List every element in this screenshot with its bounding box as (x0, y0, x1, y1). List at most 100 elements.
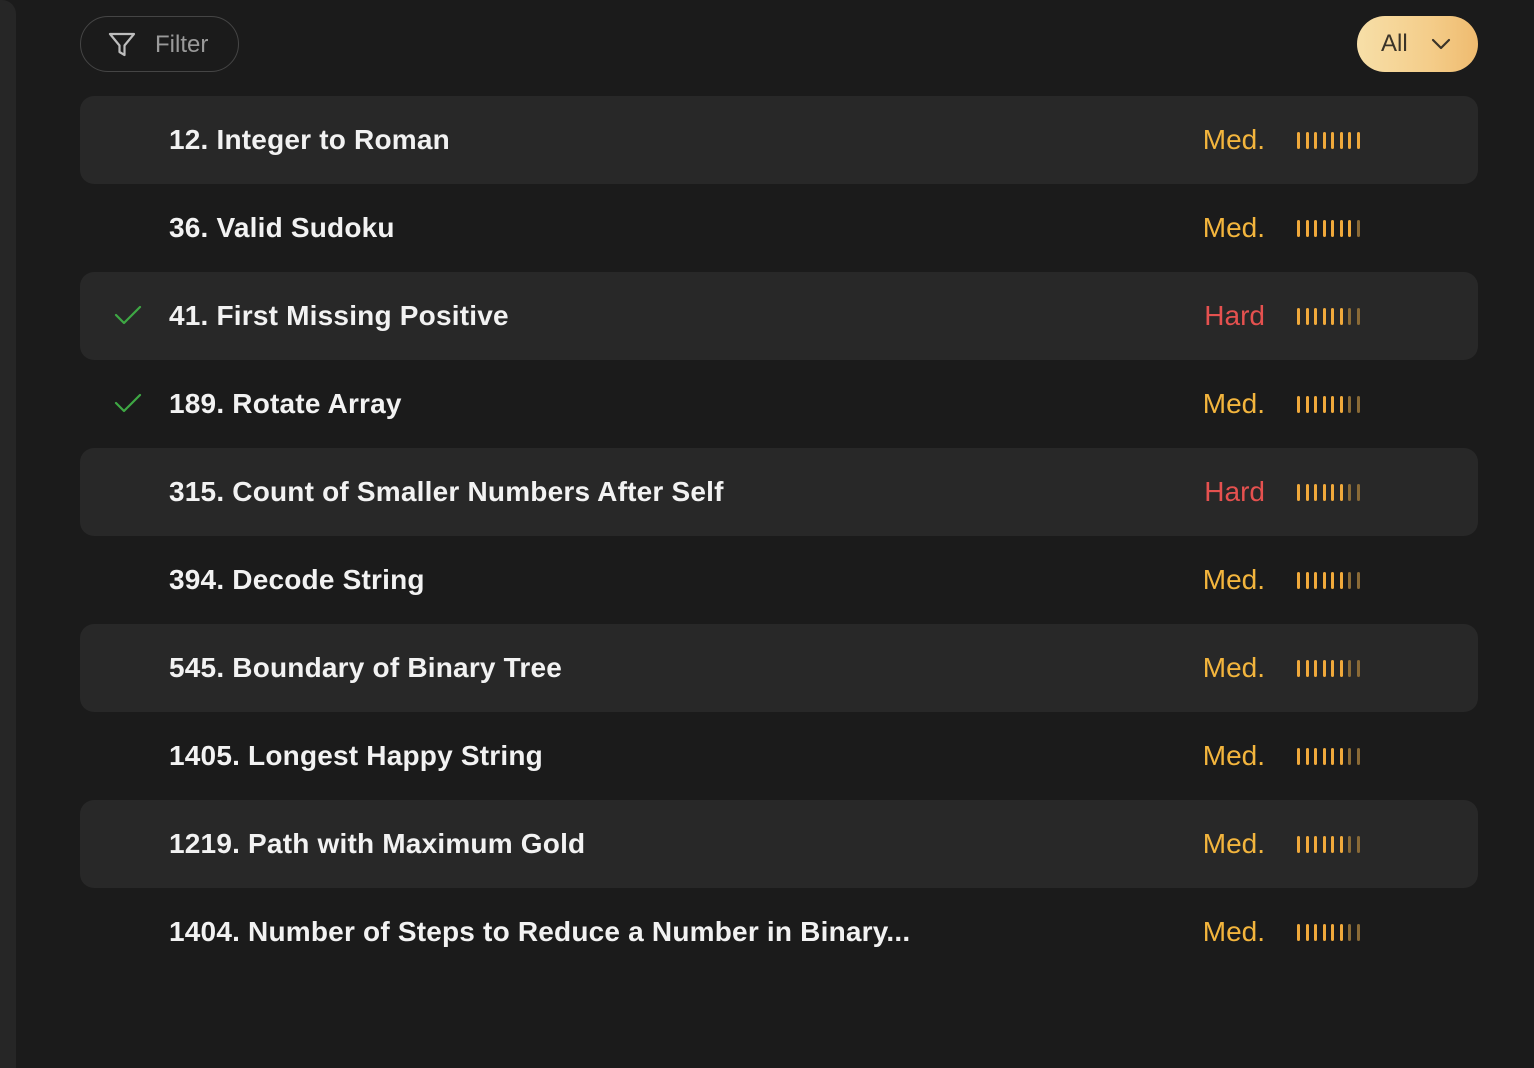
filter-button[interactable]: Filter (80, 16, 239, 72)
frequency-bar (1331, 836, 1334, 853)
problem-title[interactable]: 12. Integer to Roman (169, 124, 450, 156)
frequency-bar (1305, 132, 1309, 149)
frequency-bar (1348, 836, 1351, 853)
problem-title[interactable]: 189. Rotate Array (169, 388, 402, 420)
frequency-bar (1356, 484, 1360, 501)
frequency-bar (1297, 220, 1300, 237)
frequency-bar (1331, 924, 1334, 941)
frequency-bar (1339, 132, 1343, 149)
frequency-bar (1339, 308, 1343, 325)
difficulty-label: Med. (1202, 740, 1265, 771)
frequency-bar (1322, 396, 1326, 413)
problem-row[interactable]: 545. Boundary of Binary Tree Med. (80, 624, 1478, 712)
problem-title[interactable]: 1404. Number of Steps to Reduce a Number… (169, 916, 910, 948)
frequency-bar (1314, 220, 1317, 237)
problem-title[interactable]: 1405. Longest Happy String (169, 740, 543, 772)
frequency-bar (1348, 396, 1351, 413)
frequency-bar (1339, 836, 1343, 853)
frequency-bar (1297, 484, 1300, 501)
difficulty-label: Med. (1202, 564, 1265, 595)
problem-title[interactable]: 41. First Missing Positive (169, 300, 509, 332)
frequency-bar (1297, 748, 1300, 765)
problem-row[interactable]: 189. Rotate Array Med. (80, 360, 1478, 448)
frequency-bars (1297, 308, 1361, 326)
problem-title[interactable]: 36. Valid Sudoku (169, 212, 395, 244)
frequency-bar (1356, 572, 1360, 589)
frequency-bar (1356, 924, 1360, 941)
difficulty-label: Hard (1204, 476, 1265, 507)
frequency-bar (1305, 836, 1309, 853)
frequency-bar (1314, 572, 1317, 589)
frequency-bar (1348, 308, 1351, 325)
list-toolbar: Filter All (80, 16, 1478, 72)
frequency-bar (1305, 308, 1309, 325)
frequency-bars (1297, 748, 1361, 766)
frequency-bar (1322, 748, 1326, 765)
frequency-bar (1322, 572, 1326, 589)
frequency-bar (1331, 308, 1334, 325)
frequency-bars (1297, 572, 1361, 590)
frequency-bar (1297, 836, 1300, 853)
frequency-bar (1322, 660, 1326, 677)
problem-row[interactable]: 1404. Number of Steps to Reduce a Number… (80, 888, 1478, 976)
frequency-bars (1297, 484, 1361, 502)
frequency-bar (1331, 132, 1334, 149)
problem-list: 12. Integer to Roman Med. 36. Valid Sudoku… (80, 96, 1478, 976)
difficulty-label: Med. (1202, 212, 1265, 243)
scope-dropdown[interactable]: All (1357, 16, 1478, 72)
frequency-bar (1297, 396, 1300, 413)
frequency-bar (1322, 132, 1326, 149)
difficulty-label: Med. (1202, 388, 1265, 419)
frequency-bar (1356, 836, 1360, 853)
frequency-bars (1297, 660, 1361, 678)
frequency-bar (1331, 396, 1334, 413)
frequency-bar (1356, 308, 1360, 325)
frequency-bar (1348, 484, 1351, 501)
frequency-bar (1331, 748, 1334, 765)
frequency-bars (1297, 396, 1361, 414)
frequency-bar (1356, 220, 1360, 237)
frequency-bar (1331, 220, 1334, 237)
problem-title[interactable]: 545. Boundary of Binary Tree (169, 652, 562, 684)
frequency-bar (1356, 660, 1360, 677)
frequency-bar (1305, 572, 1309, 589)
frequency-bar (1297, 572, 1300, 589)
frequency-bars (1297, 220, 1361, 238)
frequency-bar (1339, 924, 1343, 941)
frequency-bar (1348, 572, 1351, 589)
frequency-bar (1314, 396, 1317, 413)
frequency-bar (1314, 924, 1317, 941)
problem-row[interactable]: 315. Count of Smaller Numbers After Self… (80, 448, 1478, 536)
problem-row[interactable]: 394. Decode String Med. (80, 536, 1478, 624)
frequency-bar (1339, 396, 1343, 413)
frequency-bar (1339, 572, 1343, 589)
filter-funnel-icon (108, 32, 136, 57)
problem-row[interactable]: 1219. Path with Maximum Gold Med. (80, 800, 1478, 888)
frequency-bar (1322, 308, 1326, 325)
problem-title[interactable]: 315. Count of Smaller Numbers After Self (169, 476, 724, 508)
solved-check-icon (114, 393, 142, 413)
frequency-bar (1356, 396, 1360, 413)
frequency-bar (1305, 748, 1309, 765)
frequency-bar (1331, 660, 1334, 677)
problem-row[interactable]: 12. Integer to Roman Med. (80, 96, 1478, 184)
frequency-bar (1305, 484, 1309, 501)
problem-row[interactable]: 41. First Missing Positive Hard (80, 272, 1478, 360)
problem-row[interactable]: 36. Valid Sudoku Med. (80, 184, 1478, 272)
difficulty-label: Hard (1204, 300, 1265, 331)
problem-title[interactable]: 1219. Path with Maximum Gold (169, 828, 585, 860)
difficulty-label: Med. (1202, 916, 1265, 947)
frequency-bar (1322, 836, 1326, 853)
frequency-bar (1339, 484, 1343, 501)
frequency-bar (1348, 132, 1351, 149)
chevron-down-icon (1431, 38, 1451, 50)
frequency-bar (1356, 748, 1360, 765)
problem-row[interactable]: 1405. Longest Happy String Med. (80, 712, 1478, 800)
frequency-bar (1339, 220, 1343, 237)
filter-label: Filter (155, 31, 209, 58)
frequency-bars (1297, 132, 1361, 150)
problem-title[interactable]: 394. Decode String (169, 564, 425, 596)
difficulty-label: Med. (1202, 652, 1265, 683)
frequency-bar (1356, 132, 1360, 149)
frequency-bar (1348, 924, 1351, 941)
